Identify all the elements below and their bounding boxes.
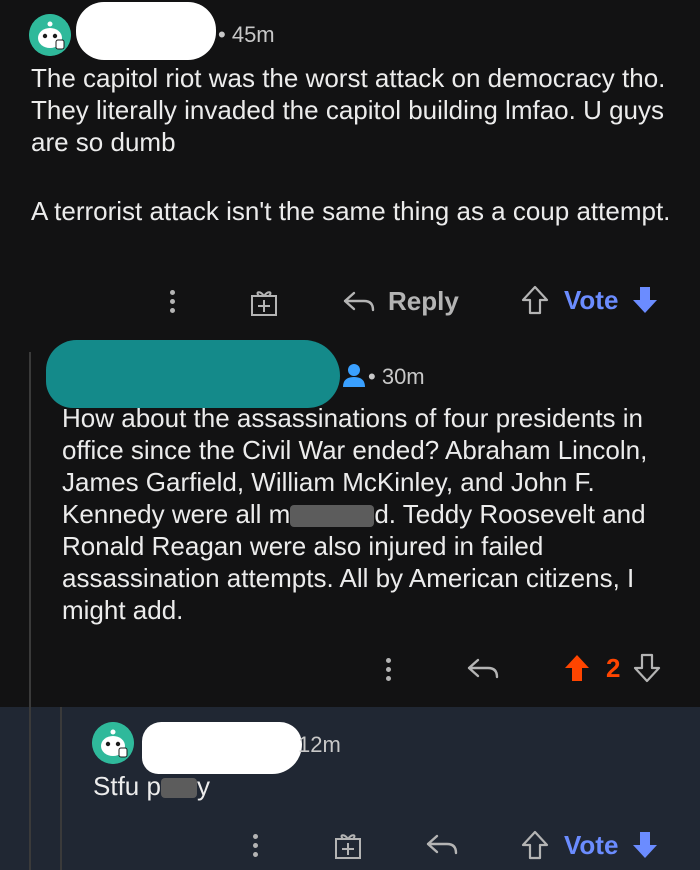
reply-button[interactable]: Reply	[342, 286, 459, 317]
redacted-username	[142, 722, 302, 774]
reply-arrow-icon[interactable]	[425, 832, 459, 863]
reply-arrow-icon	[343, 291, 375, 311]
downvote-filled-icon[interactable]	[630, 829, 660, 861]
vote-label: Vote	[564, 829, 619, 860]
vote-group: Vote	[520, 829, 660, 861]
comment-timestamp: 12m	[298, 732, 341, 757]
vote-group: Vote	[520, 284, 660, 316]
comment-paragraph: The capitol riot was the worst attack on…	[31, 63, 666, 157]
redacted-username	[46, 340, 340, 408]
redacted-word	[290, 505, 375, 528]
more-options-icon[interactable]	[253, 830, 258, 861]
downvote-filled-icon[interactable]	[630, 284, 660, 316]
redacted-word	[160, 778, 197, 799]
user-avatar[interactable]	[29, 14, 71, 56]
comment-timestamp: • 45m	[218, 22, 275, 47]
more-options-icon[interactable]	[386, 654, 391, 685]
comment-body: The capitol riot was the worst attack on…	[31, 62, 686, 227]
comment-body: Stfu p y	[93, 770, 210, 802]
downvote-outline-icon[interactable]	[632, 652, 662, 684]
award-icon[interactable]	[333, 830, 363, 865]
comment-text-part: y	[196, 771, 210, 801]
redacted-username	[76, 2, 216, 60]
snoo-avatar-icon	[29, 14, 71, 56]
vote-count: 2	[606, 652, 621, 683]
more-options-icon[interactable]	[170, 286, 175, 317]
meta-separator: •	[218, 22, 232, 47]
reply-label: Reply	[388, 286, 459, 316]
vote-label: Vote	[564, 284, 619, 315]
comment-paragraph: A terrorist attack isn't the same thing …	[31, 196, 671, 226]
vote-group: 2	[562, 652, 662, 684]
meta-separator: •	[368, 364, 382, 389]
user-icon	[341, 362, 367, 393]
comment-body: How about the assassinations of four pre…	[62, 402, 692, 626]
comment-timestamp: • 30m	[368, 364, 425, 389]
reply-arrow-icon[interactable]	[466, 656, 500, 687]
thread-line[interactable]	[60, 707, 62, 870]
snoo-avatar-icon	[92, 722, 134, 764]
award-icon[interactable]	[249, 287, 279, 322]
upvote-outline-icon[interactable]	[520, 284, 550, 316]
upvote-outline-icon[interactable]	[520, 829, 550, 861]
thread-line[interactable]	[29, 352, 31, 707]
thread-line[interactable]	[29, 707, 31, 870]
user-avatar[interactable]	[92, 722, 134, 764]
comment-text-part: Stfu p	[93, 771, 161, 801]
upvote-filled-icon[interactable]	[562, 652, 592, 684]
